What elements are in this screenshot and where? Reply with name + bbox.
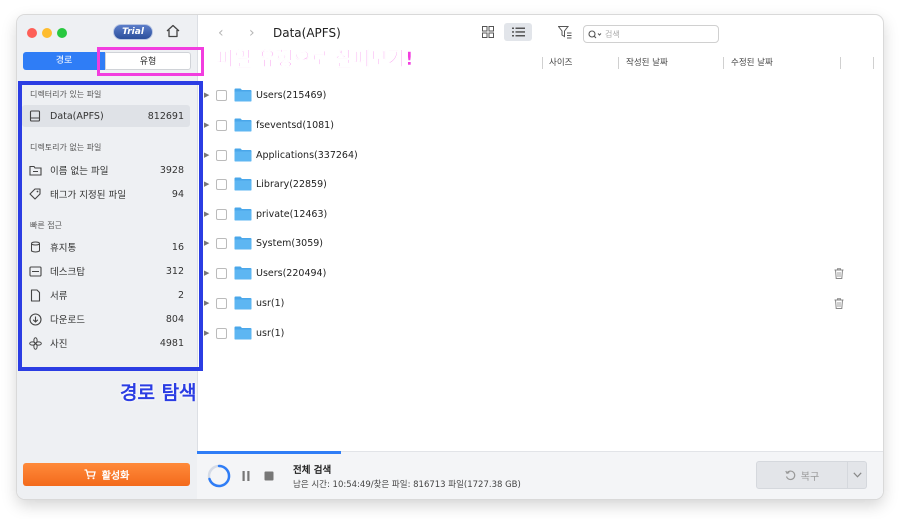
- back-arrow-icon[interactable]: ‹: [218, 25, 224, 41]
- column-divider: [542, 57, 543, 69]
- annotation-highlight-type-tab: [97, 47, 204, 76]
- row-checkbox[interactable]: [216, 119, 227, 131]
- folder-icon: [234, 266, 252, 280]
- close-window-button[interactable]: [27, 28, 37, 38]
- column-divider: [723, 57, 724, 69]
- file-name: System(3059): [256, 237, 324, 249]
- pause-icon[interactable]: [242, 471, 250, 481]
- expand-arrow-icon[interactable]: ▶: [204, 91, 212, 99]
- stop-icon[interactable]: [264, 471, 274, 481]
- tab-path[interactable]: 경로: [23, 52, 105, 70]
- scan-status-bar: 전체 검색 남은 시간: 10:54:49/찾은 파일: 816713 파일(1…: [197, 451, 883, 499]
- file-row[interactable]: ▶ System(3059): [204, 233, 864, 253]
- grid-view-button[interactable]: [474, 23, 502, 41]
- trash-icon[interactable]: [834, 297, 844, 309]
- file-row[interactable]: ▶ Library(22859): [204, 174, 864, 194]
- row-checkbox[interactable]: [216, 267, 227, 279]
- restore-icon: [785, 470, 796, 480]
- file-name: Applications(337264): [256, 149, 358, 161]
- file-row[interactable]: ▶ usr(1): [204, 293, 864, 313]
- file-name: private(12463): [256, 208, 328, 220]
- file-row[interactable]: ▶ fseventsd(1081): [204, 115, 864, 135]
- list-view-button[interactable]: [504, 23, 532, 41]
- file-row[interactable]: ▶ usr(1): [204, 323, 864, 343]
- activate-button[interactable]: 활성화: [23, 463, 190, 486]
- annotation-highlight-sidebar: [18, 81, 203, 371]
- row-checkbox[interactable]: [216, 208, 227, 220]
- column-header-created[interactable]: 작성된 날짜: [626, 52, 668, 74]
- expand-arrow-icon[interactable]: ▶: [204, 121, 212, 129]
- column-header-modified[interactable]: 수정된 날짜: [731, 52, 773, 74]
- folder-icon: [234, 88, 252, 102]
- activate-label: 활성화: [101, 471, 130, 482]
- spinner-icon: [207, 464, 231, 488]
- search-placeholder: 검색: [605, 29, 620, 39]
- file-name: Users(215469): [256, 89, 327, 101]
- file-row[interactable]: ▶ Users(220494): [204, 263, 864, 283]
- row-checkbox[interactable]: [216, 149, 227, 161]
- list-icon: [511, 27, 525, 37]
- scan-title: 전체 검색: [293, 465, 332, 476]
- trash-icon[interactable]: [834, 267, 844, 279]
- folder-icon: [234, 118, 252, 132]
- expand-arrow-icon[interactable]: ▶: [204, 239, 212, 247]
- file-row[interactable]: ▶ Users(215469): [204, 85, 864, 105]
- column-divider: [873, 57, 874, 69]
- expand-arrow-icon[interactable]: ▶: [204, 210, 212, 218]
- expand-arrow-icon[interactable]: ▶: [204, 151, 212, 159]
- annotation-path-hint: 경로 탐색: [120, 382, 197, 404]
- row-checkbox[interactable]: [216, 237, 227, 249]
- file-name: Library(22859): [256, 178, 327, 190]
- column-divider: [840, 57, 841, 69]
- cart-icon: [84, 469, 96, 480]
- minimize-window-button[interactable]: [42, 28, 52, 38]
- folder-icon: [234, 236, 252, 250]
- column-divider: [618, 57, 619, 69]
- recover-label: 복구: [800, 471, 820, 483]
- expand-arrow-icon[interactable]: ▶: [204, 329, 212, 337]
- recover-dropdown-button[interactable]: [848, 461, 867, 489]
- row-checkbox[interactable]: [216, 327, 227, 339]
- search-icon: [588, 29, 602, 38]
- folder-icon: [234, 148, 252, 162]
- row-checkbox[interactable]: [216, 178, 227, 190]
- chevron-down-icon: [852, 472, 862, 478]
- row-checkbox[interactable]: [216, 297, 227, 309]
- folder-icon: [234, 296, 252, 310]
- file-name: usr(1): [256, 327, 285, 339]
- zoom-window-button[interactable]: [57, 28, 67, 38]
- file-name: usr(1): [256, 297, 285, 309]
- trial-badge[interactable]: Trial: [113, 24, 153, 40]
- recover-button[interactable]: 복구: [756, 461, 848, 489]
- folder-icon: [234, 207, 252, 221]
- file-name: fseventsd(1081): [256, 119, 334, 131]
- file-row[interactable]: ▶ Applications(337264): [204, 145, 864, 165]
- file-row[interactable]: ▶ private(12463): [204, 204, 864, 224]
- row-checkbox[interactable]: [216, 89, 227, 101]
- home-icon[interactable]: [165, 23, 181, 39]
- annotation-type-hint: 파일 유형으로 살펴보기!: [217, 48, 414, 71]
- scan-progress-bar: [197, 451, 341, 454]
- grid-icon: [482, 26, 494, 38]
- filter-icon[interactable]: [558, 26, 572, 39]
- folder-icon: [234, 326, 252, 340]
- page-title: Data(APFS): [273, 26, 341, 40]
- column-header-size[interactable]: 사이즈: [549, 52, 572, 74]
- expand-arrow-icon[interactable]: ▶: [204, 269, 212, 277]
- expand-arrow-icon[interactable]: ▶: [204, 299, 212, 307]
- file-name: Users(220494): [256, 267, 327, 279]
- forward-arrow-icon[interactable]: ›: [249, 25, 255, 41]
- search-input[interactable]: 검색: [583, 25, 719, 43]
- expand-arrow-icon[interactable]: ▶: [204, 180, 212, 188]
- scan-status-text: 남은 시간: 10:54:49/찾은 파일: 816713 파일(1727.38…: [293, 480, 521, 490]
- folder-icon: [234, 177, 252, 191]
